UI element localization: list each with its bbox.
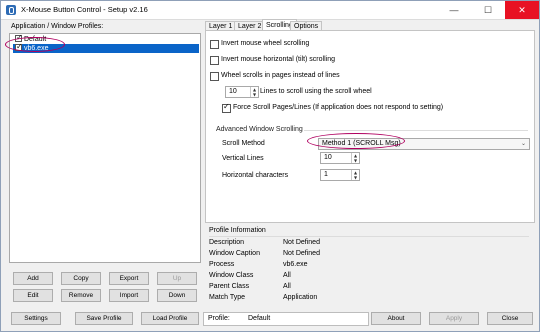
spin-arrows-icon[interactable]: ▲ ▼ [351, 170, 359, 180]
info-row-window-class: Window Class All [209, 272, 529, 281]
wheel-pages-label: Wheel scrolls in pages instead of lines [221, 72, 340, 79]
info-row-match-type: Match Type Application [209, 294, 529, 303]
profile-info-title: Profile Information [209, 227, 266, 234]
lines-to-scroll-label: Lines to scroll using the scroll wheel [260, 88, 372, 95]
group-divider [304, 130, 528, 131]
info-key: Description [209, 239, 245, 246]
lines-to-scroll-stepper[interactable]: 10 ▲ ▼ [225, 86, 259, 98]
chevron-down-icon: ⌄ [520, 140, 526, 147]
annotation-ellipse-profile [5, 37, 65, 52]
info-key: Window Caption [209, 250, 260, 257]
profiles-list[interactable]: Default vb6.exe [9, 33, 201, 263]
invert-wheel-label: Invert mouse wheel scrolling [221, 40, 310, 47]
copy-button[interactable]: Copy [61, 272, 101, 285]
horizontal-chars-stepper[interactable]: 1 ▲ ▼ [320, 169, 360, 181]
scroll-method-label: Scroll Method [222, 140, 265, 147]
title-bar: X-Mouse Button Control - Setup v2.16 — ☐… [1, 1, 539, 20]
info-row-window-caption: Window Caption Not Defined [209, 250, 529, 259]
import-button[interactable]: Import [109, 289, 149, 302]
info-key: Match Type [209, 294, 246, 301]
invert-tilt-label: Invert mouse horizontal (tilt) scrolling [221, 56, 335, 63]
info-key: Parent Class [209, 283, 250, 290]
force-scroll-label: Force Scroll Pages/Lines (If application… [233, 104, 444, 111]
settings-button[interactable]: Settings [11, 312, 61, 325]
info-value: Application [283, 294, 318, 301]
horizontal-chars-label: Horizontal characters [222, 172, 289, 179]
info-row-process: Process vb6.exe [209, 261, 529, 270]
up-button[interactable]: Up [157, 272, 197, 285]
remove-button[interactable]: Remove [61, 289, 101, 302]
annotation-ellipse-scroll-method [307, 133, 405, 149]
down-button[interactable]: Down [157, 289, 197, 302]
load-profile-button[interactable]: Load Profile [141, 312, 199, 325]
info-row-description: Description Not Defined [209, 239, 529, 248]
edit-button[interactable]: Edit [13, 289, 53, 302]
vertical-lines-label: Vertical Lines [222, 155, 264, 162]
info-value: All [283, 272, 291, 279]
window-title: X-Mouse Button Control - Setup v2.16 [21, 5, 148, 14]
info-key: Process [209, 261, 235, 268]
horizontal-chars-value: 1 [324, 171, 328, 178]
add-button[interactable]: Add [13, 272, 53, 285]
vertical-lines-value: 10 [324, 154, 332, 161]
spin-arrows-icon[interactable]: ▲ ▼ [351, 153, 359, 163]
info-value: All [283, 283, 291, 290]
info-row-parent-class: Parent Class All [209, 283, 529, 292]
about-button[interactable]: About [371, 312, 421, 325]
mouse-app-icon [6, 5, 16, 15]
profile-field-value: Default [248, 315, 271, 322]
current-profile-field: Profile: Default [203, 312, 369, 326]
info-key: Window Class [209, 272, 254, 279]
lines-to-scroll-value: 10 [229, 88, 237, 95]
force-scroll-checkbox[interactable] [222, 102, 231, 113]
close-window-button[interactable]: ✕ [505, 1, 539, 19]
info-value: Not Defined [283, 239, 320, 246]
minimize-button[interactable]: — [437, 1, 471, 19]
profile-field-label: Profile: [208, 315, 230, 322]
profile-info-divider [209, 236, 529, 237]
apply-button[interactable]: Apply [429, 312, 479, 325]
save-profile-button[interactable]: Save Profile [75, 312, 133, 325]
close-button[interactable]: Close [487, 312, 533, 325]
info-value: vb6.exe [283, 261, 308, 268]
invert-tilt-checkbox[interactable] [210, 56, 219, 65]
spin-arrows-icon[interactable]: ▲ ▼ [250, 87, 258, 97]
scrolling-tab-page: Invert mouse wheel scrolling Invert mous… [205, 30, 535, 223]
profile-information-panel: Profile Information Description Not Defi… [205, 225, 533, 305]
info-value: Not Defined [283, 250, 320, 257]
profiles-label: Application / Window Profiles: [11, 23, 104, 30]
app-window: X-Mouse Button Control - Setup v2.16 — ☐… [0, 0, 540, 332]
advanced-scrolling-title: Advanced Window Scrolling [216, 126, 303, 133]
maximize-button[interactable]: ☐ [471, 1, 505, 19]
invert-wheel-checkbox[interactable] [210, 40, 219, 49]
wheel-pages-checkbox[interactable] [210, 72, 219, 81]
export-button[interactable]: Export [109, 272, 149, 285]
vertical-lines-stepper[interactable]: 10 ▲ ▼ [320, 152, 360, 164]
